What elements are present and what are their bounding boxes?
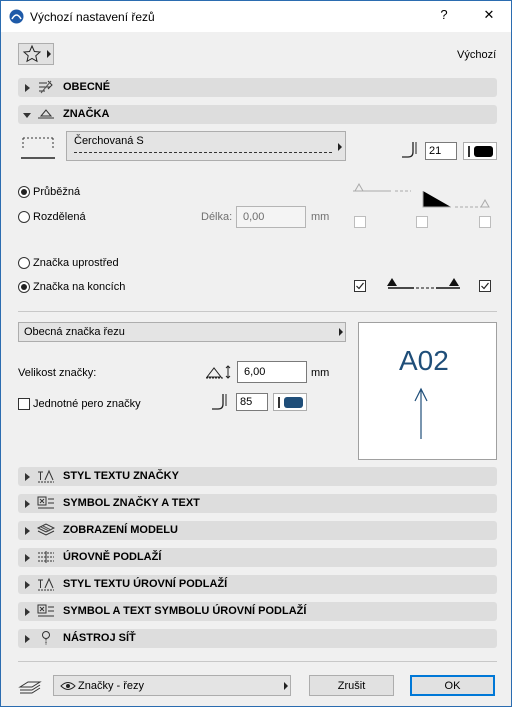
chevron-right-icon xyxy=(47,50,51,58)
marker-middle-radio[interactable] xyxy=(18,257,30,269)
window-title: Výchozí nastavení řezů xyxy=(30,10,155,24)
pen-color-swatch xyxy=(468,146,470,157)
expand-icon xyxy=(25,635,30,643)
section-marker[interactable]: ZNAČKA xyxy=(18,105,497,124)
expand-icon xyxy=(25,581,30,589)
marker-pen-color-button[interactable] xyxy=(273,393,307,411)
eye-icon xyxy=(60,682,76,690)
length-input[interactable]: 0,00 xyxy=(236,206,306,228)
marker-size-input[interactable]: 6,00 xyxy=(237,361,307,383)
check-icon xyxy=(481,282,489,290)
section-marker-text-style[interactable]: STYL TEXTU ZNAČKY xyxy=(18,467,497,486)
section-story-levels[interactable]: ÚROVNĚ PODLAŽÍ xyxy=(18,548,497,567)
segment-start-checkbox[interactable] xyxy=(354,216,366,228)
section-general[interactable]: OBECNÉ xyxy=(18,78,497,97)
title-bar: Výchozí nastavení řezů ? ✕ xyxy=(1,1,511,32)
model-display-icon xyxy=(37,523,55,536)
separator xyxy=(18,311,497,312)
marker-end-checkbox[interactable] xyxy=(479,280,491,292)
marker-size-unit: mm xyxy=(311,367,330,379)
close-button[interactable]: ✕ xyxy=(479,7,499,23)
star-icon xyxy=(22,44,42,63)
uniform-pen-label: Jednotné pero značky xyxy=(33,398,141,410)
check-icon xyxy=(356,282,364,290)
uniform-pen-checkbox[interactable] xyxy=(18,398,30,410)
ok-button[interactable]: OK xyxy=(410,675,495,696)
marker-ends-label: Značka na koncích xyxy=(33,281,126,293)
preview-arrow xyxy=(414,387,428,439)
marker-type-dropdown[interactable]: Obecná značka řezu xyxy=(18,322,346,342)
marker-size-label: Velikost značky: xyxy=(18,367,97,379)
line-type-value: Čerchovaná S xyxy=(74,135,144,147)
ends-marker-diagram xyxy=(387,278,460,289)
segment-middle-checkbox[interactable] xyxy=(416,216,428,228)
line-type-preview xyxy=(74,152,332,153)
line-type-dropdown[interactable]: Čerchovaná S xyxy=(66,131,346,161)
expand-icon xyxy=(25,527,30,535)
layer-dropdown[interactable]: Značky - řezy xyxy=(53,675,291,696)
segmented-radio[interactable] xyxy=(18,211,30,223)
section-model-display[interactable]: ZOBRAZENÍ MODELU xyxy=(18,521,497,540)
layer-icon xyxy=(18,681,42,694)
marker-start-checkbox[interactable] xyxy=(354,280,366,292)
footer-separator xyxy=(18,661,497,662)
section-story-text-style[interactable]: STYL TEXTU ÚROVNÍ PODLAŽÍ xyxy=(18,575,497,594)
expand-icon xyxy=(25,554,30,562)
symbol-text-icon xyxy=(37,604,54,617)
section-marker-symbol[interactable]: SYMBOL ZNAČKY A TEXT xyxy=(18,494,497,513)
marker-preview: A02 xyxy=(358,322,497,460)
chevron-right-icon xyxy=(284,682,288,690)
marker-middle-label: Značka uprostřed xyxy=(33,257,119,269)
favorites-button[interactable] xyxy=(18,43,54,65)
pen-icon xyxy=(402,142,417,158)
segmented-label: Rozdělená xyxy=(33,211,86,223)
marker-type-value: Obecná značka řezu xyxy=(24,326,125,338)
marker-pen-color-swatch xyxy=(284,397,303,408)
marker-size-icon xyxy=(205,365,231,379)
app-icon xyxy=(9,9,24,24)
grid-marker-icon xyxy=(42,631,50,645)
chevron-right-icon xyxy=(339,328,343,336)
section-story-symbol[interactable]: SYMBOL A TEXT SYMBOLU ÚROVNÍ PODLAŽÍ xyxy=(18,602,497,621)
preview-text: A02 xyxy=(399,345,449,376)
section-general-label: OBECNÉ xyxy=(63,81,111,93)
expand-icon xyxy=(25,84,30,92)
symbol-text-icon xyxy=(37,496,54,509)
pen-number-field[interactable]: 21 xyxy=(425,142,457,160)
pen-color-button[interactable] xyxy=(463,142,497,160)
favorites-label: Výchozí xyxy=(457,49,497,61)
marker-icon xyxy=(38,109,54,119)
length-unit: mm xyxy=(311,211,330,223)
cancel-button[interactable]: Zrušit xyxy=(309,675,394,696)
section-grid-tool[interactable]: NÁSTROJ SÍŤ xyxy=(18,629,497,648)
pen-icon xyxy=(212,394,227,410)
text-style-icon xyxy=(38,469,54,483)
dialog-window: Výchozí nastavení řezů ? ✕ Výchozí OBECN… xyxy=(0,0,512,707)
expand-icon xyxy=(25,500,30,508)
section-line-icon xyxy=(21,137,55,159)
section-marker-label: ZNAČKA xyxy=(63,108,110,120)
collapse-icon xyxy=(23,113,31,118)
text-style-icon xyxy=(38,577,54,591)
story-levels-icon xyxy=(38,551,54,563)
segment-end-checkbox[interactable] xyxy=(479,216,491,228)
help-button[interactable]: ? xyxy=(434,7,454,22)
marker-pen-field[interactable]: 85 xyxy=(236,393,268,411)
marker-ends-radio[interactable] xyxy=(18,281,30,293)
chevron-right-icon xyxy=(338,143,342,151)
length-label: Délka: xyxy=(201,211,233,223)
general-settings-icon xyxy=(39,80,53,94)
continuous-label: Průběžná xyxy=(33,186,81,198)
layer-value: Značky - řezy xyxy=(78,680,145,692)
expand-icon xyxy=(25,473,30,481)
expand-icon xyxy=(25,608,30,616)
continuous-radio[interactable] xyxy=(18,186,30,198)
